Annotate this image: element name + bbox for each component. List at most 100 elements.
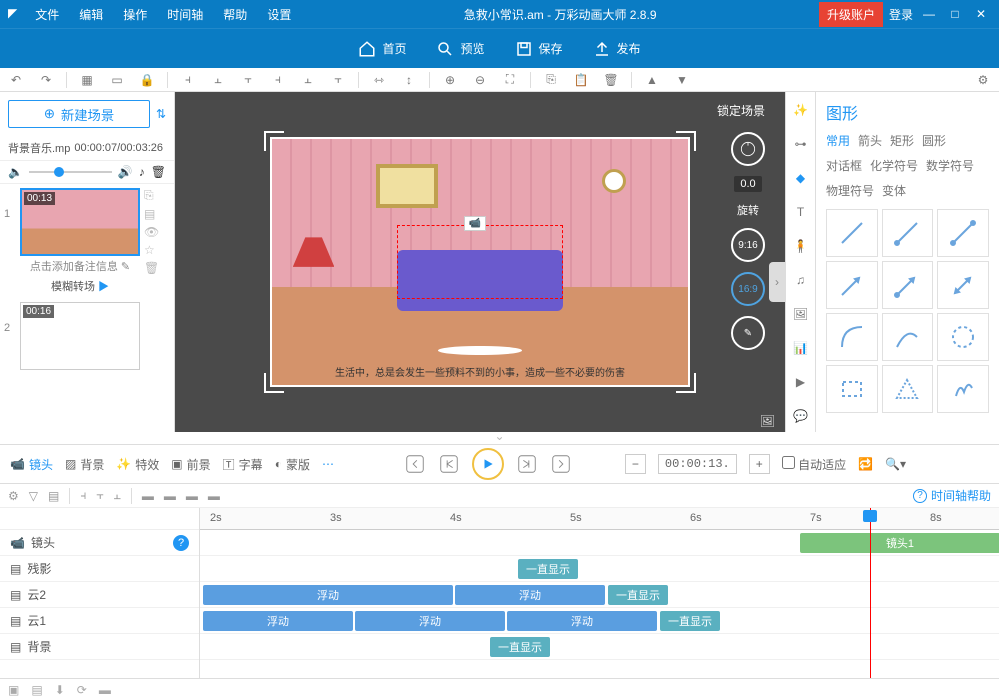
menu-action[interactable]: 操作: [113, 0, 157, 29]
chart-icon[interactable]: 📊: [791, 338, 811, 358]
tab-math[interactable]: 数学符号: [926, 157, 974, 174]
shape-scribble[interactable]: [937, 365, 989, 413]
track-label-bg[interactable]: ▤ 背景: [0, 634, 199, 660]
bring-front-icon[interactable]: ▲: [642, 70, 662, 90]
help-icon[interactable]: ?: [173, 535, 189, 551]
time-minus-button[interactable]: −: [625, 454, 646, 474]
time-plus-button[interactable]: +: [749, 454, 770, 474]
menu-file[interactable]: 文件: [25, 0, 69, 29]
tab-chem[interactable]: 化学符号: [870, 157, 918, 174]
prev-frame-button[interactable]: [404, 453, 426, 475]
next-frame-button[interactable]: [550, 453, 572, 475]
distribute-v-icon[interactable]: ↕: [399, 70, 419, 90]
menu-timeline[interactable]: 时间轴: [157, 0, 213, 29]
connector-icon[interactable]: ⊶: [791, 134, 811, 154]
tl-align1-icon[interactable]: ⫞: [80, 488, 86, 503]
tl-dist1-icon[interactable]: ▬: [142, 489, 154, 503]
track-bg[interactable]: 一直显示: [200, 634, 999, 660]
timeline-help-link[interactable]: ? 时间轴帮助: [913, 487, 991, 504]
tab-camera[interactable]: 📹 镜头: [10, 456, 53, 473]
track-cloud2[interactable]: 浮动 浮动 一直显示: [200, 582, 999, 608]
magic-wand-icon[interactable]: ✨: [791, 100, 811, 120]
tab-effects[interactable]: ✨ 特效: [116, 456, 159, 473]
clip-always[interactable]: 一直显示: [518, 559, 578, 579]
shape-line-dot[interactable]: [882, 209, 934, 257]
volume-up-icon[interactable]: 🔊: [118, 165, 133, 179]
ruler-icon[interactable]: ▭: [107, 70, 127, 90]
save-button[interactable]: 保存: [515, 40, 563, 58]
tab-dialog[interactable]: 对话框: [826, 157, 862, 174]
track-label-cloud1[interactable]: ▤ 云1: [0, 608, 199, 634]
zoom-out-icon[interactable]: ⊖: [470, 70, 490, 90]
close-icon[interactable]: ✕: [971, 7, 991, 21]
timecode[interactable]: 00:00:13.: [658, 454, 737, 474]
image-icon[interactable]: 🖼: [791, 304, 811, 324]
shape-arc[interactable]: [826, 313, 878, 361]
timeline-ruler[interactable]: 2s 3s 4s 5s 6s 7s 8s: [200, 508, 999, 530]
new-scene-button[interactable]: ⊕ 新建场景: [8, 100, 150, 128]
shape-dashed-circle[interactable]: [937, 313, 989, 361]
align-bottom-icon[interactable]: ⫟: [328, 70, 348, 90]
volume-down-icon[interactable]: 🔈: [8, 165, 23, 179]
callout-icon[interactable]: 💬: [791, 406, 811, 426]
edit-icon[interactable]: ✎: [121, 261, 130, 273]
align-top-icon[interactable]: ⫞: [268, 70, 288, 90]
music-delete-icon[interactable]: 🗑: [151, 165, 166, 179]
character-icon[interactable]: 🧍: [791, 236, 811, 256]
rotate-dial[interactable]: [731, 132, 765, 166]
scene-item[interactable]: 2 00:16: [4, 302, 170, 370]
timeline-tracks[interactable]: 2s 3s 4s 5s 6s 7s 8s 镜头1 一直显示 浮动 浮动 一直显示…: [200, 508, 999, 678]
paste-icon[interactable]: 📋: [571, 70, 591, 90]
shape-arrow-dot[interactable]: [882, 261, 934, 309]
tab-rect[interactable]: 矩形: [890, 132, 914, 149]
tab-common[interactable]: 常用: [826, 132, 850, 149]
loop-icon[interactable]: 🔁: [858, 457, 873, 471]
tab-foreground[interactable]: ▣ 前景: [171, 456, 210, 473]
minimize-icon[interactable]: —: [919, 7, 939, 21]
login-button[interactable]: 登录: [889, 6, 913, 23]
shape-arrow-line[interactable]: [826, 261, 878, 309]
maximize-icon[interactable]: □: [945, 7, 965, 21]
scene-item[interactable]: 1 00:13 点击添加备注信息 ✎ 模糊转场 ▶ ⎘ ▤ 👁: [4, 188, 170, 296]
edit-stage-button[interactable]: ✎: [731, 316, 765, 350]
align-middle-v-icon[interactable]: ⫠: [298, 70, 318, 90]
menu-help[interactable]: 帮助: [213, 0, 257, 29]
fit-icon[interactable]: ⛶: [500, 70, 520, 90]
tl-gear-icon[interactable]: ⚙: [8, 489, 19, 503]
scene-star-icon[interactable]: ☆: [144, 243, 159, 257]
next-button[interactable]: [516, 453, 538, 475]
align-center-h-icon[interactable]: ⫠: [208, 70, 228, 90]
clip-always[interactable]: 一直显示: [608, 585, 668, 605]
prev-button[interactable]: [438, 453, 460, 475]
tab-mask[interactable]: ◐ 蒙版: [275, 456, 310, 473]
copy-icon[interactable]: ⎘: [541, 70, 561, 90]
canvas-stage[interactable]: 📹 生活中，总是会发生一些预料不到的小事，造成一些不必要的伤害: [270, 137, 690, 387]
shapes-icon[interactable]: ◆: [791, 168, 811, 188]
tab-background[interactable]: ▨ 背景: [65, 456, 104, 473]
scene-transition[interactable]: 模糊转场 ▶: [20, 276, 140, 296]
redo-icon[interactable]: ↷: [36, 70, 56, 90]
scene-thumbnail[interactable]: 00:16: [20, 302, 140, 370]
undo-icon[interactable]: ↶: [6, 70, 26, 90]
play-transition-icon[interactable]: ▶: [98, 281, 109, 293]
video-icon[interactable]: ▶: [791, 372, 811, 392]
camera-frame-marker[interactable]: 📹: [397, 225, 563, 299]
home-button[interactable]: 首页: [358, 40, 406, 58]
scene-thumbnail[interactable]: 00:13: [20, 188, 140, 256]
delete-icon[interactable]: 🗑: [601, 70, 621, 90]
scene-delete-icon[interactable]: 🗑: [144, 261, 159, 275]
text-icon[interactable]: T: [791, 202, 811, 222]
tl-dist3-icon[interactable]: ▬: [186, 489, 198, 503]
aspect-16-9-button[interactable]: 16:9: [731, 272, 765, 306]
track-label-shadow[interactable]: ▤ 残影: [0, 556, 199, 582]
track-camera[interactable]: 镜头1: [200, 530, 999, 556]
clip-always[interactable]: 一直显示: [490, 637, 550, 657]
music-loop-icon[interactable]: ♪: [139, 165, 145, 179]
canvas-area[interactable]: 锁定场景 📹 生活中，总是会发生一些预料不到的小事，造成一些不必要的伤害 0.0…: [175, 92, 785, 432]
menu-settings[interactable]: 设置: [257, 0, 301, 29]
lock-scene-label[interactable]: 锁定场景: [717, 102, 765, 119]
scene-copy-icon[interactable]: ⎘: [144, 188, 159, 203]
aspect-9-16-button[interactable]: 9:16: [731, 228, 765, 262]
clip-float[interactable]: 浮动: [203, 585, 453, 605]
send-back-icon[interactable]: ▼: [672, 70, 692, 90]
